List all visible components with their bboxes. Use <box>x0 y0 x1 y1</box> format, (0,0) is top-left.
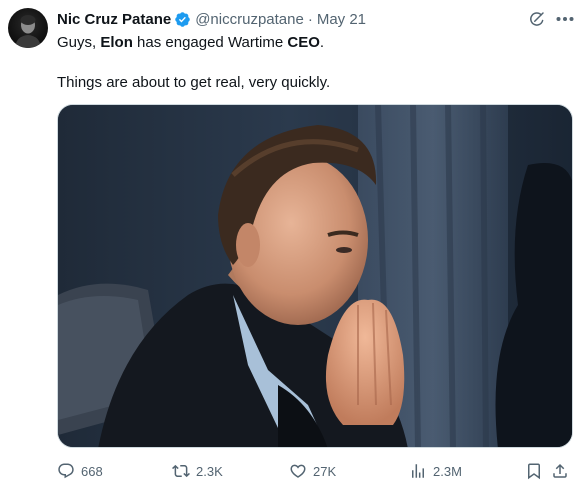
tweet-photo[interactable] <box>57 104 573 448</box>
tweet-header: Nic Cruz Patane @niccruzpatane · May 21 <box>57 9 366 29</box>
verified-badge-icon <box>174 11 191 28</box>
retweet-count: 2.3K <box>196 463 223 479</box>
reply-button[interactable]: 668 <box>57 460 103 482</box>
retweet-button[interactable]: 2.3K <box>172 460 223 482</box>
share-button[interactable] <box>551 460 575 482</box>
retweet-icon <box>172 464 190 478</box>
text-segment: . <box>319 34 325 51</box>
bookmark-icon <box>528 463 540 480</box>
more-icon[interactable] <box>555 10 575 28</box>
text-segment: Guys, <box>57 34 101 51</box>
text-bold-ceo: CEO <box>287 34 320 51</box>
tweet-date[interactable]: May 21 <box>317 11 366 28</box>
share-icon <box>553 463 567 478</box>
author-display-name[interactable]: Nic Cruz Patane <box>57 11 171 28</box>
avatar[interactable] <box>8 8 48 48</box>
tweet-text-line-1: Guys, Elon has engaged Wartime CEO. <box>57 33 572 53</box>
like-count: 27K <box>313 463 337 479</box>
author-handle[interactable]: @niccruzpatane <box>195 11 304 28</box>
tweet-text: Guys, Elon has engaged Wartime CEO. Thin… <box>57 33 572 93</box>
tweet-action-bar: 668 2.3K 27K 2.3M <box>57 460 573 482</box>
tweet-text-line-2: Things are about to get real, very quick… <box>57 74 331 91</box>
reply-icon <box>58 463 74 479</box>
like-button[interactable]: 27K <box>289 460 336 482</box>
text-bold-elon: Elon <box>100 34 133 51</box>
grok-icon[interactable] <box>528 10 546 28</box>
views-icon <box>412 464 424 478</box>
text-segment: has engaged Wartime <box>132 34 288 51</box>
separator-dot: · <box>307 10 313 28</box>
reply-count: 668 <box>81 463 103 479</box>
views-button[interactable]: 2.3M <box>409 460 462 482</box>
like-icon <box>290 464 306 478</box>
views-count: 2.3M <box>433 463 462 479</box>
bookmark-button[interactable] <box>525 460 549 482</box>
